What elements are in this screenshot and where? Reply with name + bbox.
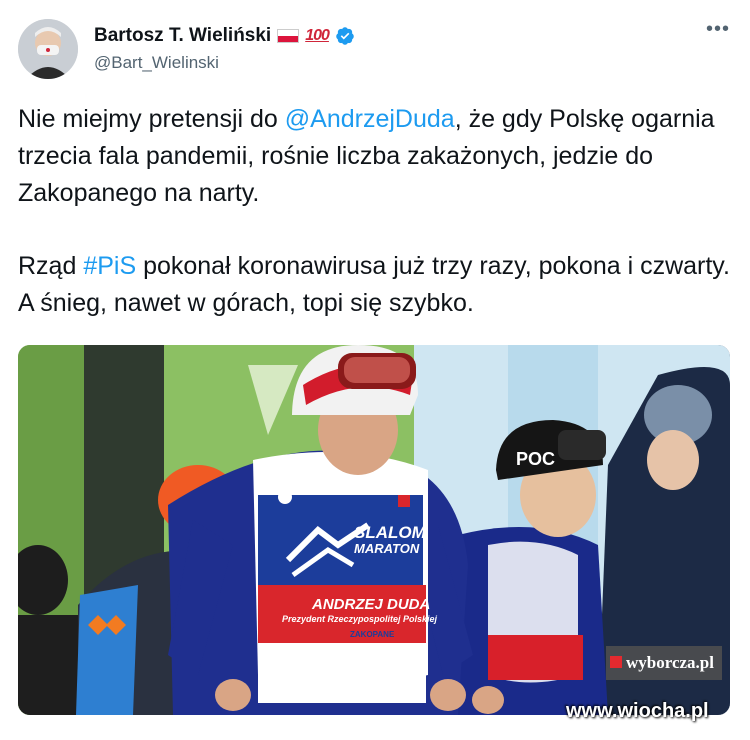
bib-event-line1: SLALOM [354, 523, 426, 542]
site-watermark: www.wiocha.pl [566, 700, 709, 722]
tweet-photo[interactable]: POC SLALOM MARATON ANDRZEJ DUDA Prezyden… [18, 345, 730, 715]
text-segment: Rząd [18, 252, 84, 280]
more-options-button[interactable]: ••• [700, 19, 736, 46]
verified-badge-icon [336, 27, 354, 45]
bib-name: ANDRZEJ DUDA [312, 596, 431, 613]
tweet-text: Nie miejmy pretensji do @AndrzejDuda, że… [18, 101, 738, 322]
tweet-paragraph-1: Nie miejmy pretensji do @AndrzejDuda, że… [18, 101, 738, 212]
bib-event-line2: MARATON [354, 541, 420, 556]
avatar[interactable] [18, 19, 78, 79]
helmet-logo-text: POC [516, 449, 555, 469]
photo-credit: wyborcza.pl [626, 653, 714, 672]
credit-square-icon [610, 656, 622, 668]
bib-town: ZAKOPANE [350, 630, 395, 639]
author-name-row[interactable]: Bartosz T. Wieliński 100 [94, 25, 355, 47]
tweet-paragraph-2: Rząd #PiS pokonał koronawirusa już trzy … [18, 248, 738, 322]
author-name[interactable]: Bartosz T. Wieliński [94, 25, 271, 47]
avatar-image [18, 19, 78, 79]
tweet-card: Bartosz T. Wieliński 100 @Bart_Wielinski… [0, 0, 750, 740]
author-handle[interactable]: @Bart_Wielinski [94, 53, 219, 73]
text-segment: Nie miejmy pretensji do [18, 105, 285, 133]
mention-link[interactable]: @AndrzejDuda [285, 105, 455, 133]
bib-title: Prezydent Rzeczypospolitej Polskiej [282, 614, 438, 624]
poland-flag-icon [277, 29, 300, 43]
photo-credit-watermark: wyborcza.pl [606, 646, 722, 680]
hundred-badge-icon: 100 [305, 27, 330, 44]
hashtag-link[interactable]: #PiS [83, 252, 136, 280]
